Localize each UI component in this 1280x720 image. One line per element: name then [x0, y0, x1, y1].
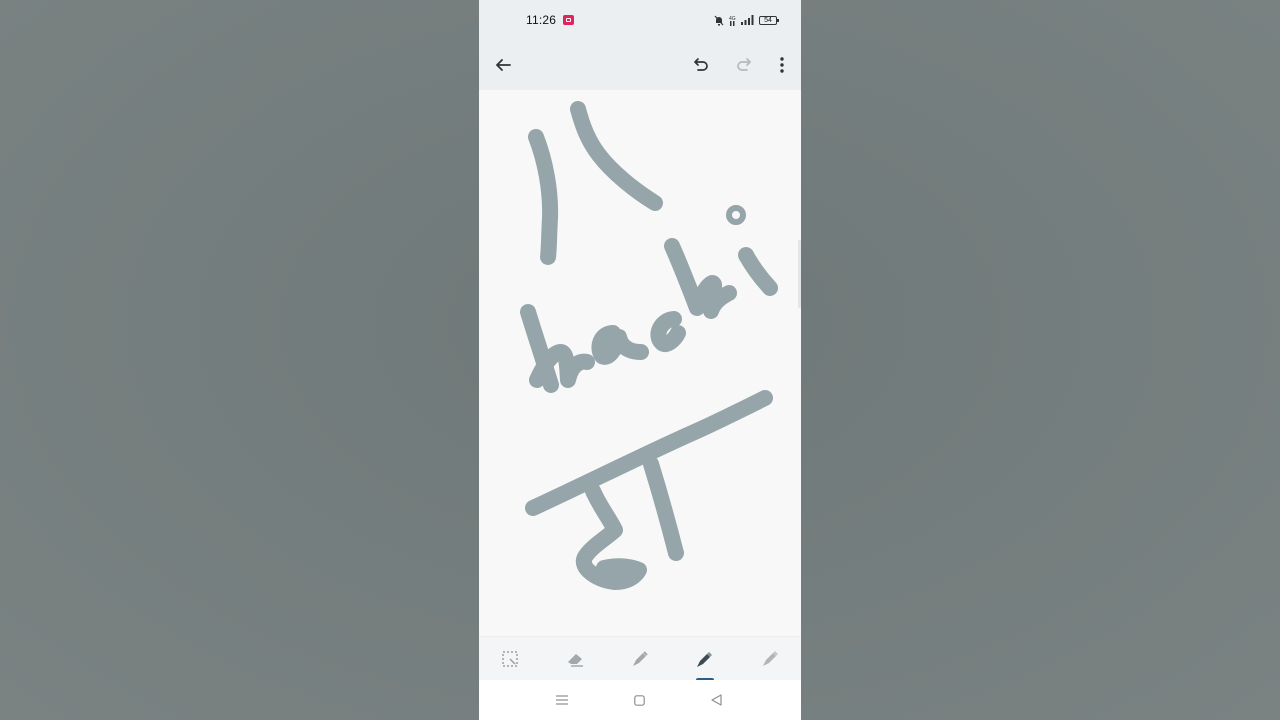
system-nav-bar — [479, 680, 801, 720]
undo-button[interactable] — [685, 49, 717, 81]
ink-stroke — [664, 238, 737, 319]
pen-icon — [633, 651, 648, 666]
back-triangle-icon — [710, 694, 722, 706]
home-icon — [633, 694, 645, 706]
ink-stroke — [738, 247, 778, 296]
eraser-icon — [568, 654, 583, 667]
back-button[interactable] — [487, 49, 519, 81]
highlighter-icon — [763, 651, 778, 666]
ink-stroke — [525, 390, 773, 516]
phone-screen: 11:26 4G 54 — [479, 0, 801, 720]
home-button[interactable] — [625, 690, 653, 710]
mute-bell-icon — [714, 15, 724, 25]
tool-bar — [479, 636, 801, 682]
nav-back-button[interactable] — [702, 690, 730, 710]
highlighter-tool[interactable] — [750, 643, 790, 675]
canvas-scrollbar[interactable] — [798, 240, 801, 308]
status-bar: 11:26 4G 54 — [479, 0, 801, 40]
ink-stroke — [528, 129, 559, 265]
ink-stroke — [575, 483, 647, 590]
status-icons: 4G 54 — [714, 12, 779, 28]
ink-stroke — [529, 344, 595, 388]
volte-icon: 4G — [729, 16, 736, 26]
signal-icon — [741, 15, 754, 25]
undo-icon — [694, 58, 708, 71]
pen-tool[interactable] — [620, 643, 660, 675]
handwritten-ink — [520, 101, 778, 590]
ink-stroke — [650, 311, 686, 352]
lasso-select-icon — [502, 651, 518, 667]
lasso-select-tool[interactable] — [490, 643, 530, 675]
ink-stroke — [570, 101, 663, 211]
top-toolbar — [479, 40, 801, 90]
marker-tool[interactable] — [685, 643, 725, 675]
more-options-button[interactable] — [766, 49, 798, 81]
more-options-icon — [780, 57, 784, 73]
redo-button[interactable] — [728, 49, 760, 81]
back-arrow-icon — [496, 59, 511, 71]
redo-icon — [737, 58, 751, 71]
marker-icon — [697, 652, 712, 667]
drawing-canvas[interactable] — [479, 90, 801, 636]
screen-record-icon — [563, 15, 574, 25]
status-time: 11:26 — [526, 13, 557, 27]
recents-icon — [556, 695, 568, 705]
battery-icon: 54 — [759, 15, 779, 25]
ink-stroke — [591, 325, 649, 365]
eraser-tool[interactable] — [555, 643, 595, 675]
ink-dot — [726, 205, 746, 225]
ink-stroke — [643, 456, 684, 561]
recents-button[interactable] — [548, 690, 576, 710]
